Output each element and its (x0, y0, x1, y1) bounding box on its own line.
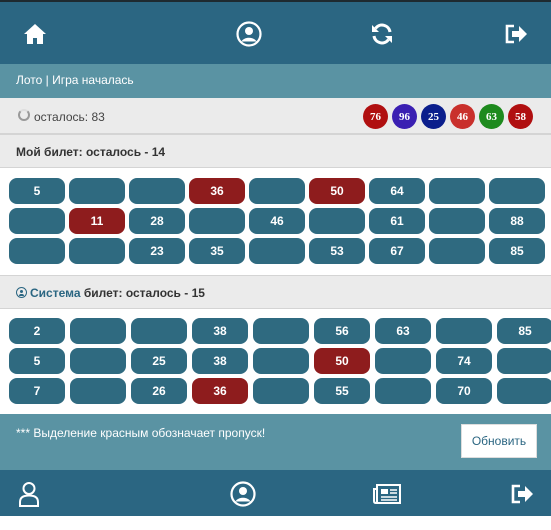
number-cell[interactable]: 25 (131, 348, 187, 374)
number-cell[interactable]: 67 (369, 238, 425, 264)
missed-number-cell[interactable]: 50 (314, 348, 370, 374)
number-cell[interactable]: 46 (249, 208, 305, 234)
empty-cell (69, 178, 125, 204)
empty-cell (429, 238, 485, 264)
empty-cell (253, 348, 309, 374)
remaining-count: осталось: 83 (34, 110, 105, 124)
drawn-ball: 76 (363, 104, 388, 129)
number-cell[interactable]: 55 (314, 378, 370, 404)
number-cell[interactable]: 5 (9, 178, 65, 204)
drawn-ball: 58 (508, 104, 533, 129)
drawn-ball: 46 (450, 104, 475, 129)
empty-cell (375, 378, 431, 404)
drawn-balls: 76 96 25 46 63 58 (363, 104, 533, 129)
number-cell[interactable]: 38 (192, 318, 248, 344)
system-link[interactable]: Система (30, 286, 81, 300)
loading-icon (18, 109, 30, 121)
empty-cell (131, 318, 187, 344)
empty-cell (69, 238, 125, 264)
number-cell[interactable]: 53 (309, 238, 365, 264)
empty-cell (436, 318, 492, 344)
logout-icon[interactable] (498, 16, 534, 52)
empty-cell (497, 378, 551, 404)
empty-cell (70, 348, 126, 374)
page-title: Лото | Игра началась (0, 64, 551, 98)
number-cell[interactable]: 74 (436, 348, 492, 374)
number-cell[interactable]: 7 (9, 378, 65, 404)
refresh-button[interactable]: Обновить (461, 424, 537, 458)
user-icon[interactable] (231, 16, 267, 52)
empty-cell (9, 238, 65, 264)
number-cell[interactable]: 85 (489, 238, 545, 264)
missed-note: *** Выделение красным обозначает пропуск… (16, 426, 266, 440)
number-cell[interactable]: 88 (489, 208, 545, 234)
empty-cell (129, 178, 185, 204)
missed-number-cell[interactable]: 36 (192, 378, 248, 404)
system-ticket-header: Система билет: осталось - 15 (0, 275, 551, 309)
number-cell[interactable]: 61 (369, 208, 425, 234)
news-icon[interactable] (369, 478, 405, 510)
number-cell[interactable]: 56 (314, 318, 370, 344)
number-cell[interactable]: 5 (9, 348, 65, 374)
missed-number-cell[interactable]: 36 (189, 178, 245, 204)
empty-cell (70, 378, 126, 404)
empty-cell (429, 208, 485, 234)
empty-cell (429, 178, 485, 204)
empty-cell (9, 208, 65, 234)
drawn-ball: 96 (392, 104, 417, 129)
number-cell[interactable]: 35 (189, 238, 245, 264)
top-nav (0, 0, 551, 64)
number-cell[interactable]: 85 (497, 318, 551, 344)
user-icon (16, 287, 27, 298)
missed-number-cell[interactable]: 11 (69, 208, 125, 234)
empty-cell (309, 208, 365, 234)
number-cell[interactable]: 64 (369, 178, 425, 204)
empty-cell (249, 238, 305, 264)
remaining-bar: осталось: 83 76 96 25 46 63 58 (0, 98, 551, 134)
bottom-nav (0, 470, 551, 516)
empty-cell (70, 318, 126, 344)
missed-number-cell[interactable]: 50 (309, 178, 365, 204)
number-cell[interactable]: 70 (436, 378, 492, 404)
number-cell[interactable]: 23 (129, 238, 185, 264)
exit-icon[interactable] (504, 478, 540, 510)
empty-cell (189, 208, 245, 234)
refresh-icon[interactable] (364, 16, 400, 52)
my-ticket-grid: 5 36 50 64 11 28 46 61 88 23 35 53 67 85 (0, 178, 551, 264)
drawn-ball: 63 (479, 104, 504, 129)
number-cell[interactable]: 38 (192, 348, 248, 374)
empty-cell (253, 378, 309, 404)
empty-cell (253, 318, 309, 344)
drawn-ball: 25 (421, 104, 446, 129)
my-ticket-header: Мой билет: осталось - 14 (0, 134, 551, 168)
number-cell[interactable]: 63 (375, 318, 431, 344)
system-ticket-grid: 2 38 56 63 85 5 25 38 50 74 7 26 36 55 70 (0, 318, 551, 404)
empty-cell (497, 348, 551, 374)
empty-cell (249, 178, 305, 204)
system-ticket-title: билет: осталось - 15 (83, 286, 205, 300)
number-cell[interactable]: 28 (129, 208, 185, 234)
profile-icon[interactable] (11, 478, 47, 510)
account-icon[interactable] (225, 478, 261, 510)
empty-cell (375, 348, 431, 374)
home-icon[interactable] (17, 16, 53, 52)
number-cell[interactable]: 2 (9, 318, 65, 344)
empty-cell (489, 178, 545, 204)
number-cell[interactable]: 26 (131, 378, 187, 404)
